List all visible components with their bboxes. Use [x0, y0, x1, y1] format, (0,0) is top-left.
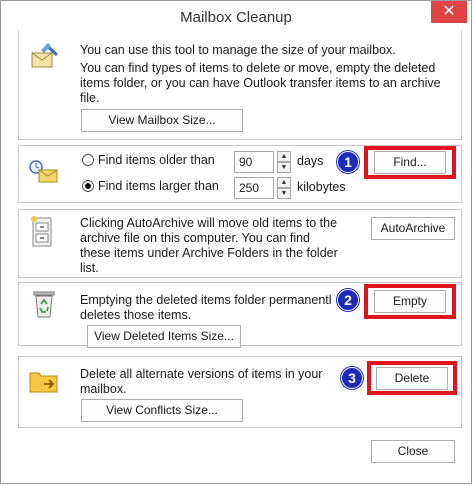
arrow-up-icon[interactable]: ▲ [277, 177, 291, 188]
close-icon: ✕ [442, 3, 456, 20]
older-days-input[interactable]: 90 [234, 151, 274, 173]
autoarchive-description-line-1: Clicking AutoArchive will move old items… [80, 216, 338, 230]
deleted-items-description-line-2: deletes those items. [80, 308, 192, 322]
deleted-items-group: Emptying the deleted items folder perman… [18, 282, 462, 348]
step-badge-2: 2 [337, 289, 359, 311]
window-close-button[interactable]: ✕ [431, 1, 467, 23]
mailbox-size-description-line-2: items folder, or you can have Outlook tr… [80, 76, 441, 90]
view-deleted-items-size-button[interactable]: View Deleted Items Size... [87, 325, 241, 348]
autoarchive-description-line-4: list. [80, 261, 99, 275]
mailbox-size-description-line-3: file. [80, 91, 100, 105]
older-days-stepper[interactable]: ▲ ▼ [277, 151, 291, 173]
delete-button[interactable]: Delete [376, 367, 448, 390]
conflicts-description-line-2: mailbox. [80, 382, 127, 396]
larger-kb-input[interactable]: 250 [234, 177, 274, 199]
step-badge-1: 1 [337, 151, 359, 173]
autoarchive-group: Clicking AutoArchive will move old items… [18, 209, 462, 278]
step-badge-3: 3 [341, 367, 363, 389]
arrow-up-icon[interactable]: ▲ [277, 151, 291, 162]
conflicts-description-line-1: Delete all alternate versions of items i… [80, 367, 323, 381]
conflicts-folder-icon [29, 372, 58, 393]
find-items-group: Find items older than 90 ▲ ▼ days Find i… [18, 145, 462, 203]
window-title: Mailbox Cleanup [180, 9, 292, 26]
empty-button[interactable]: Empty [374, 290, 446, 313]
arrow-down-icon[interactable]: ▼ [277, 162, 291, 173]
autoarchive-description-line-2: archive file on this computer. You can f… [80, 231, 311, 245]
broom-mailbox-icon [31, 43, 59, 68]
mailbox-size-description-line-1: You can find types of items to delete or… [80, 61, 436, 75]
title-bar: Mailbox Cleanup ✕ [1, 1, 471, 35]
autoarchive-button[interactable]: AutoArchive [371, 217, 455, 240]
larger-kb-stepper[interactable]: ▲ ▼ [277, 177, 291, 199]
recycle-bin-icon [33, 291, 55, 318]
arrow-down-icon[interactable]: ▼ [277, 188, 291, 199]
view-mailbox-size-button[interactable]: View Mailbox Size... [81, 109, 243, 132]
mailbox-cleanup-dialog: Mailbox Cleanup ✕ You can use this tool … [0, 0, 472, 484]
find-larger-radio[interactable] [82, 180, 94, 192]
find-items-icon [29, 160, 58, 183]
find-larger-label: Find items larger than [98, 179, 219, 193]
close-button[interactable]: Close [371, 440, 455, 463]
mailbox-size-description: You can use this tool to manage the size… [80, 43, 396, 57]
larger-kb-unit: kilobytes [297, 180, 346, 194]
conflicts-group: Delete all alternate versions of items i… [18, 356, 462, 428]
find-older-radio[interactable] [82, 154, 94, 166]
deleted-items-description-line-1: Emptying the deleted items folder perman… [80, 293, 332, 307]
autoarchive-description-line-3: these items under Archive Folders in the… [80, 246, 338, 260]
find-older-label: Find items older than [98, 153, 215, 167]
archive-cabinet-icon [31, 216, 52, 247]
mailbox-size-group: You can use this tool to manage the size… [18, 31, 462, 140]
find-button[interactable]: Find... [374, 151, 446, 174]
view-conflicts-size-button[interactable]: View Conflicts Size... [81, 399, 243, 422]
older-days-unit: days [297, 154, 324, 168]
